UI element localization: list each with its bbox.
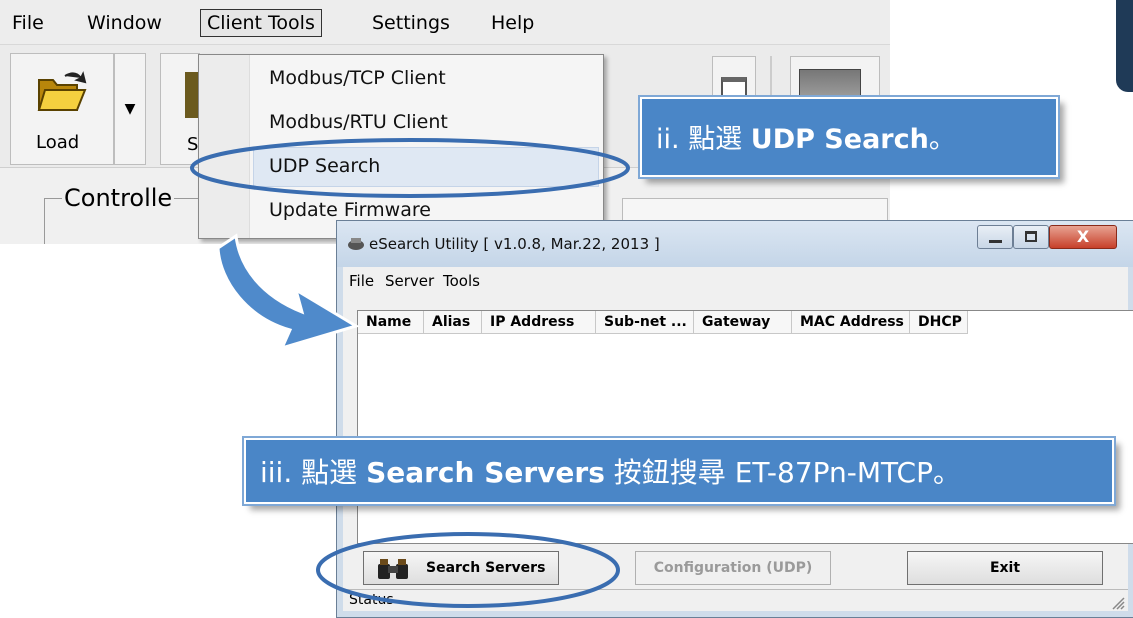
menu-item-modbus-tcp-client[interactable]: Modbus/TCP Client: [269, 67, 446, 89]
column-header-subnet[interactable]: Sub-net ...: [596, 311, 694, 334]
dialog-menu-tools[interactable]: Tools: [443, 272, 480, 290]
callout-step-ii-post: 。: [928, 124, 956, 155]
callout-step-iii-bold: Search Servers: [366, 456, 605, 489]
resize-grip-icon[interactable]: [1111, 596, 1125, 610]
controller-group-label: Controlle: [62, 184, 175, 212]
callout-step-ii-text: ii. 點選 UDP Search。: [656, 117, 956, 156]
dialog-title: eSearch Utility [ v1.0.8, Mar.22, 2013 ]: [369, 235, 660, 253]
load-label: Load: [36, 132, 80, 153]
menu-item-update-firmware[interactable]: Update Firmware: [269, 199, 431, 221]
server-list[interactable]: Name Alias IP Address Sub-net ... Gatewa…: [357, 310, 1133, 544]
status-bar: Status: [343, 589, 1128, 612]
minimize-button[interactable]: [977, 225, 1013, 249]
client-tools-dropdown: Modbus/TCP Client Modbus/RTU Client UDP …: [198, 54, 604, 239]
server-list-header: Name Alias IP Address Sub-net ... Gatewa…: [358, 311, 1133, 335]
load-dropdown-arrow[interactable]: ▼: [114, 53, 146, 165]
app-menu-bar: File Window Client Tools Settings Help: [0, 0, 890, 45]
callout-step-iii-post: 按鈕搜尋 ET-87Pn-MTCP。: [604, 456, 961, 489]
dialog-menu-server[interactable]: Server: [385, 272, 434, 290]
callout-step-iii-pre: 點選: [301, 456, 367, 489]
load-button[interactable]: Load: [10, 53, 114, 165]
caret-down-icon: ▼: [124, 101, 136, 117]
menu-item-modbus-rtu-client[interactable]: Modbus/RTU Client: [269, 111, 448, 133]
column-header-mac-address[interactable]: MAC Address: [792, 311, 910, 334]
esearch-dialog: eSearch Utility [ v1.0.8, Mar.22, 2013 ]…: [336, 220, 1133, 618]
dialog-menu-bar: File Server Tools: [343, 267, 1128, 293]
column-header-gateway[interactable]: Gateway: [694, 311, 792, 334]
menu-client-tools[interactable]: Client Tools: [200, 9, 322, 37]
callout-step-iii-prefix: iii.: [260, 456, 293, 489]
menu-item-udp-search[interactable]: UDP Search: [269, 155, 380, 177]
callout-step-ii: ii. 點選 UDP Search。: [638, 95, 1060, 179]
save-button[interactable]: S: [160, 53, 200, 165]
exit-button[interactable]: Exit: [907, 551, 1103, 585]
minimize-icon: [989, 240, 1002, 243]
configuration-udp-button: Configuration (UDP): [635, 551, 831, 585]
column-header-ip-address[interactable]: IP Address: [482, 311, 596, 334]
close-button[interactable]: X: [1049, 225, 1117, 249]
maximize-icon: [1025, 231, 1037, 242]
search-servers-button[interactable]: Search Servers: [363, 551, 559, 585]
close-icon: X: [1076, 227, 1090, 246]
dropdown-icon-column: [199, 55, 250, 238]
status-text: Status: [349, 592, 394, 608]
callout-step-iii-text: iii. 點選 Search Servers 按鈕搜尋 ET-87Pn-MTCP…: [260, 451, 961, 491]
callout-step-ii-prefix: ii.: [656, 124, 680, 155]
menu-file[interactable]: File: [12, 12, 44, 34]
window-fragment: [1116, 0, 1133, 92]
column-header-name[interactable]: Name: [358, 311, 424, 334]
column-header-alias[interactable]: Alias: [424, 311, 482, 334]
callout-step-ii-pre: 點選: [688, 124, 751, 155]
binoculars-icon: [378, 559, 408, 579]
app-logo-icon: [348, 238, 364, 250]
menu-settings[interactable]: Settings: [372, 12, 450, 34]
menu-help[interactable]: Help: [491, 12, 534, 34]
search-servers-label: Search Servers: [426, 560, 546, 576]
callout-step-ii-bold: UDP Search: [750, 124, 929, 155]
dialog-menu-file[interactable]: File: [349, 272, 374, 290]
menu-window[interactable]: Window: [87, 12, 162, 34]
callout-step-iii: iii. 點選 Search Servers 按鈕搜尋 ET-87Pn-MTCP…: [242, 436, 1116, 506]
save-label: S: [187, 134, 199, 155]
column-header-dhcp[interactable]: DHCP: [910, 311, 968, 334]
dialog-titlebar: eSearch Utility [ v1.0.8, Mar.22, 2013 ]…: [337, 221, 1133, 267]
maximize-button[interactable]: [1013, 225, 1049, 249]
open-folder-icon: [37, 71, 87, 111]
